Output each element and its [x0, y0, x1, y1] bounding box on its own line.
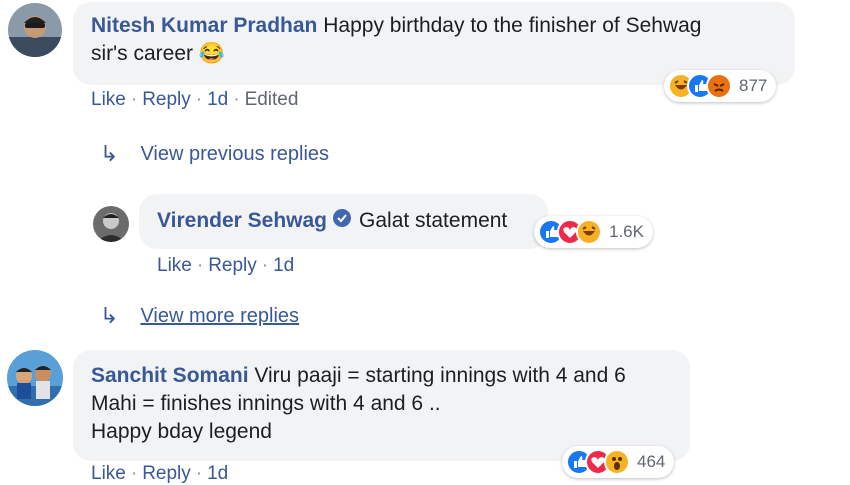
haha-icon — [576, 219, 602, 245]
reaction-count: 464 — [637, 452, 666, 471]
comment-text-line2: Mahi = finishes innings with 4 and 6 .. — [91, 392, 441, 415]
reply-link[interactable]: Reply — [142, 89, 191, 110]
comment-actions: Like · Reply · 1d · Edited — [91, 89, 299, 110]
avatar-sehwag[interactable] — [93, 206, 129, 242]
comment-bubble: Sanchit Somani Viru paaji = starting inn… — [73, 350, 690, 461]
reply-actions: Like · Reply · 1d — [157, 255, 295, 276]
comment-text: Happy birthday to the finisher of Sehwag — [323, 14, 702, 37]
view-more-label[interactable]: View more replies — [140, 305, 299, 328]
reply-text: Galat statement — [359, 209, 508, 232]
view-more-replies[interactable]: ↳ View more replies — [100, 303, 299, 329]
timestamp[interactable]: 1d — [207, 89, 228, 110]
timestamp[interactable]: 1d — [207, 463, 228, 484]
wow-icon — [604, 449, 630, 475]
avatar-sanchit[interactable] — [7, 350, 63, 406]
reaction-count: 877 — [739, 76, 768, 95]
view-previous-label[interactable]: View previous replies — [140, 143, 329, 166]
reaction-summary[interactable]: 464 — [562, 446, 675, 478]
reply-author[interactable]: Virender Sehwag — [157, 207, 327, 235]
reaction-count: 1.6K — [609, 222, 644, 241]
like-link[interactable]: Like — [91, 89, 126, 110]
reply-bubble: Virender Sehwag Galat statement — [139, 194, 548, 249]
comment-text: Viru paaji = starting innings with 4 and… — [254, 364, 626, 387]
comment-text-line2: sir's career 😂 — [91, 42, 226, 65]
timestamp[interactable]: 1d — [273, 255, 294, 276]
comment-text-line3: Happy bday legend — [91, 420, 272, 443]
comment-author[interactable]: Nitesh Kumar Pradhan — [91, 14, 317, 37]
reply-arrow-icon: ↳ — [100, 303, 119, 328]
reply-link[interactable]: Reply — [142, 463, 191, 484]
like-link[interactable]: Like — [91, 463, 126, 484]
reply-link[interactable]: Reply — [208, 255, 257, 276]
avatar-nitesh[interactable] — [8, 3, 62, 57]
reaction-summary[interactable]: 877 — [664, 70, 777, 102]
view-previous-replies[interactable]: ↳ View previous replies — [100, 141, 329, 167]
angry-icon — [706, 73, 732, 99]
edited-label[interactable]: Edited — [245, 89, 299, 110]
like-link[interactable]: Like — [157, 255, 192, 276]
reaction-summary[interactable]: 1.6K — [534, 216, 653, 248]
verified-badge-icon — [333, 207, 352, 235]
reply-arrow-icon: ↳ — [100, 141, 119, 166]
comment-author[interactable]: Sanchit Somani — [91, 364, 249, 387]
